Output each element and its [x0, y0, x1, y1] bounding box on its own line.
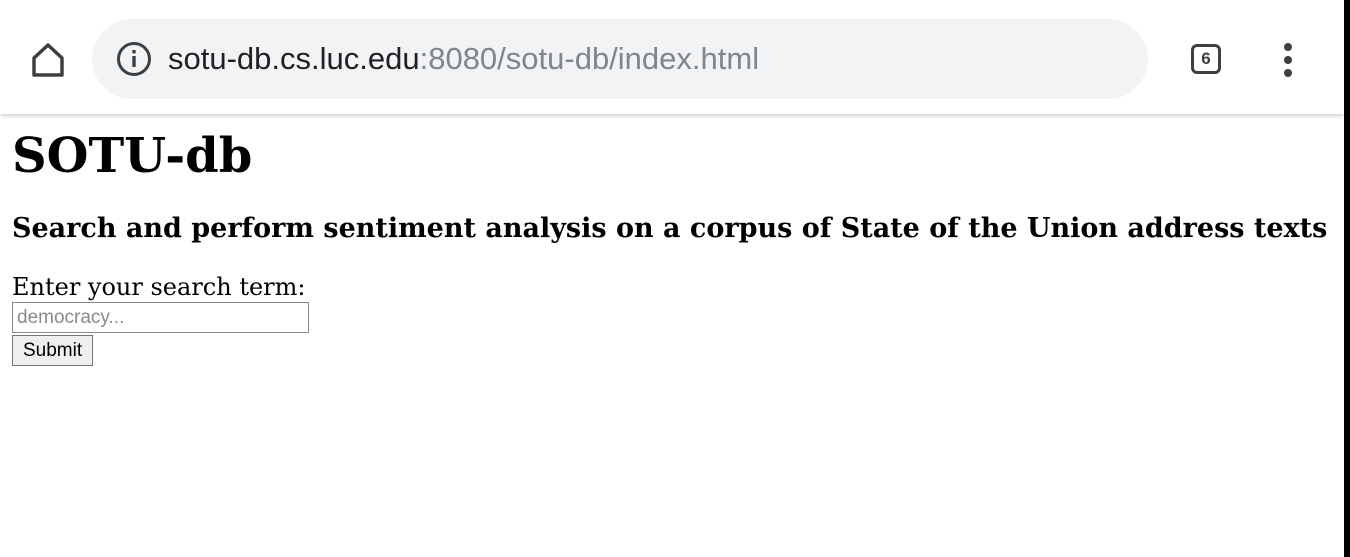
home-icon	[32, 43, 64, 77]
url-path: :8080/sotu-db/index.html	[419, 41, 760, 76]
more-vert-icon-dot	[1284, 69, 1292, 77]
url-text[interactable]: sotu-db.cs.luc.edu:8080/sotu-db/index.ht…	[168, 19, 759, 99]
search-form: Enter your search term: Submit	[12, 272, 1332, 366]
tab-count: 6	[1201, 49, 1211, 68]
browser-toolbar: sotu-db.cs.luc.edu:8080/sotu-db/index.ht…	[0, 0, 1344, 114]
page-subtitle: Search and perform sentiment analysis on…	[12, 213, 1328, 244]
more-vert-icon-dot	[1284, 56, 1292, 64]
submit-button[interactable]: Submit	[12, 335, 94, 366]
address-bar[interactable]: sotu-db.cs.luc.edu:8080/sotu-db/index.ht…	[92, 19, 1148, 99]
page-content: SOTU-db Search and perform sentiment ana…	[12, 114, 1332, 366]
home-button[interactable]	[26, 38, 70, 82]
more-vert-icon	[1284, 43, 1292, 51]
tab-switcher-button[interactable]: 6	[1188, 41, 1224, 77]
scrollbar-edge	[1344, 0, 1350, 557]
page-title: SOTU-db	[12, 128, 253, 184]
url-host: sotu-db.cs.luc.edu	[168, 41, 420, 76]
info-icon[interactable]	[116, 41, 152, 77]
search-label: Enter your search term:	[12, 273, 306, 301]
tab-switcher-icon: 6	[1191, 44, 1221, 74]
more-menu-button[interactable]	[1272, 38, 1304, 82]
search-input[interactable]	[12, 302, 309, 333]
